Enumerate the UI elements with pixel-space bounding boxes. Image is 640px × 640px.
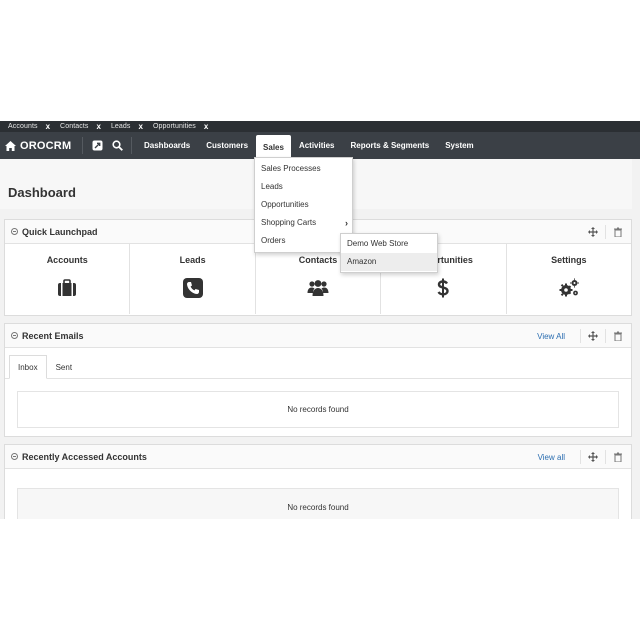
trash-icon[interactable]	[613, 331, 623, 341]
collapse-icon[interactable]	[11, 453, 18, 460]
sales-dropdown-menu: Sales Processes Leads Opportunities Shop…	[254, 157, 353, 253]
shopping-carts-submenu: Demo Web Store Amazon	[340, 233, 438, 273]
nav-item-reports-segments[interactable]: Reports & Segments	[343, 132, 438, 159]
view-all-link[interactable]: View all	[538, 453, 565, 462]
close-icon[interactable]: x	[204, 122, 208, 131]
pinned-tab-leads[interactable]: Leads x	[107, 121, 147, 132]
nav-item-dashboards[interactable]: Dashboards	[136, 132, 198, 159]
users-icon	[307, 280, 329, 296]
close-icon[interactable]: x	[139, 122, 143, 131]
search-button[interactable]	[108, 137, 126, 155]
pinned-tab-contacts[interactable]: Contacts x	[56, 121, 105, 132]
menu-item-orders[interactable]: Orders	[255, 232, 352, 250]
launchpad-grid: Accounts Leads Contacts Opportunities Se…	[5, 244, 631, 314]
brand-logo[interactable]: OROCRM	[0, 140, 78, 152]
widget-title: Recent Emails	[22, 330, 84, 341]
search-icon	[111, 140, 123, 151]
widget-title: Quick Launchpad	[22, 226, 98, 237]
launchpad-item-accounts[interactable]: Accounts	[5, 244, 131, 314]
divider	[605, 450, 606, 464]
divider	[580, 329, 581, 343]
view-all-link[interactable]: View All	[537, 332, 565, 341]
brand-name: OROCRM	[20, 139, 72, 152]
pinned-tab-label: Accounts	[8, 123, 38, 130]
trash-icon[interactable]	[613, 452, 623, 462]
chevron-right-icon: ›	[345, 218, 348, 228]
menu-item-demo-web-store[interactable]: Demo Web Store	[341, 235, 437, 253]
app-window: Accounts x Contacts x Leads x Opportunit…	[0, 121, 640, 519]
empty-state: No records found	[17, 391, 619, 428]
email-tabs: Inbox Sent	[5, 355, 631, 379]
divider	[580, 450, 581, 464]
trash-icon[interactable]	[613, 227, 623, 237]
divider	[131, 137, 132, 154]
pinned-tabs-bar: Accounts x Contacts x Leads x Opportunit…	[0, 121, 640, 132]
shortcut-icon	[92, 140, 102, 151]
menu-item-opportunities[interactable]: Opportunities	[255, 196, 352, 214]
menu-item-leads[interactable]: Leads	[255, 178, 352, 196]
widget-actions: View all	[538, 445, 623, 469]
gears-icon	[559, 278, 579, 297]
close-icon[interactable]: x	[96, 122, 100, 131]
dollar-icon	[437, 278, 450, 298]
launchpad-item-settings[interactable]: Settings	[507, 244, 631, 314]
pinned-tab-label: Opportunities	[152, 123, 196, 130]
launchpad-item-label: Leads	[179, 255, 206, 265]
main-nav: OROCRM Dashboards Customers Sales Activi…	[0, 132, 640, 159]
briefcase-icon	[58, 279, 77, 296]
close-icon[interactable]: x	[46, 122, 50, 131]
nav-item-customers[interactable]: Customers	[198, 132, 256, 159]
pinned-tab-accounts[interactable]: Accounts x	[4, 121, 54, 132]
empty-state: No records found	[17, 488, 619, 519]
divider	[605, 329, 606, 343]
widget-title: Recently Accessed Accounts	[22, 451, 147, 462]
move-icon[interactable]	[588, 227, 598, 237]
phone-icon	[182, 278, 203, 298]
launchpad-item-leads[interactable]: Leads	[130, 244, 256, 314]
recent-accounts-widget: Recently Accessed Accounts View all No r…	[4, 444, 632, 519]
pinned-tab-label: Leads	[110, 123, 131, 130]
widget-actions	[588, 220, 623, 244]
pinned-tab-opportunities[interactable]: Opportunities x	[149, 121, 212, 132]
nav-item-system[interactable]: System	[437, 132, 481, 159]
tab-sent[interactable]: Sent	[47, 355, 81, 378]
tab-inbox[interactable]: Inbox	[9, 355, 47, 379]
collapse-icon[interactable]	[11, 332, 18, 339]
widget-header: Recent Emails View All	[5, 324, 631, 348]
divider	[605, 225, 606, 239]
launchpad-item-label: Accounts	[46, 255, 88, 265]
recent-emails-widget: Recent Emails View All Inbox Sent No rec…	[4, 323, 632, 437]
nav-item-activities[interactable]: Activities	[291, 132, 343, 159]
home-icon	[5, 140, 16, 151]
shortcuts-button[interactable]	[88, 137, 106, 155]
nav-item-sales[interactable]: Sales	[256, 135, 291, 159]
divider	[82, 137, 83, 154]
widget-actions: View All	[537, 324, 623, 348]
pinned-tab-label: Contacts	[60, 123, 89, 130]
menu-item-sales-processes[interactable]: Sales Processes	[255, 160, 352, 178]
menu-item-amazon[interactable]: Amazon	[341, 253, 437, 271]
collapse-icon[interactable]	[11, 228, 18, 235]
widget-header: Recently Accessed Accounts View all	[5, 445, 631, 469]
move-icon[interactable]	[588, 331, 598, 341]
launchpad-item-label: Settings	[551, 255, 587, 265]
move-icon[interactable]	[588, 452, 598, 462]
menu-item-label: Shopping Carts	[261, 218, 317, 227]
menu-item-shopping-carts[interactable]: Shopping Carts ›	[255, 214, 352, 232]
